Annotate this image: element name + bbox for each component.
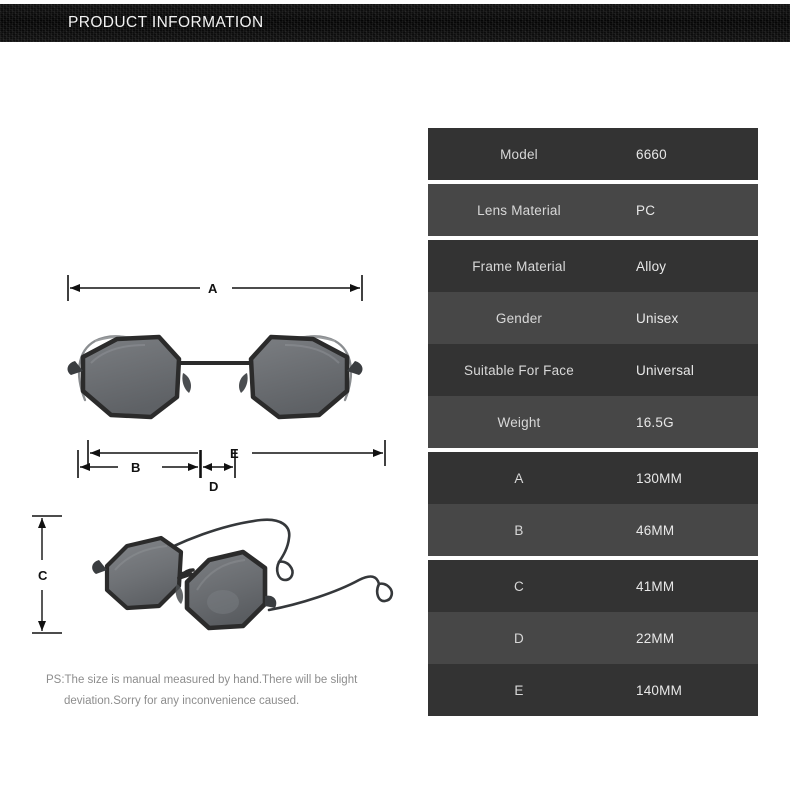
spec-label: Gender <box>495 310 543 326</box>
spec-label: Lens Material <box>477 202 561 218</box>
spec-value: PC <box>636 202 656 218</box>
table-row: Frame Material Alloy <box>428 240 758 292</box>
footnote: PS:The size is manual measured by hand.T… <box>46 670 386 712</box>
table-row: E 140MM <box>428 664 758 716</box>
dimension-label-a: A <box>208 281 218 296</box>
dimension-label-e: E <box>230 446 239 461</box>
page-title: PRODUCT INFORMATION <box>68 14 264 31</box>
footnote-line-2: deviation.Sorry for any inconvenience ca… <box>64 695 300 707</box>
table-row: C 41MM <box>428 560 758 612</box>
table-row: Model 6660 <box>428 128 758 180</box>
front-view-diagram: A B D <box>0 130 420 494</box>
footnote-line-1: PS:The size is manual measured by hand.T… <box>46 674 358 686</box>
table-row: A 130MM <box>428 452 758 504</box>
sunglasses-angled-image <box>92 518 394 631</box>
dimension-line-e <box>87 440 386 466</box>
spec-label: Weight <box>497 414 541 430</box>
table-row: D 22MM <box>428 612 758 664</box>
spec-label: A <box>514 470 524 486</box>
dimension-line-a <box>67 275 363 301</box>
dimension-label-c: C <box>38 568 48 583</box>
spec-label: Model <box>500 146 538 162</box>
spec-value: 6660 <box>636 146 667 162</box>
spec-value: 41MM <box>636 578 675 594</box>
spec-value: 46MM <box>636 522 675 538</box>
spec-label: Suitable For Face <box>464 362 574 378</box>
spec-value: Universal <box>636 362 695 378</box>
spec-value: 140MM <box>636 682 683 698</box>
table-row: Lens Material PC <box>428 184 758 236</box>
specification-table: Model 6660 Lens Material PC Frame Material Al… <box>428 128 758 716</box>
table-row: Gender Unisex <box>428 292 758 344</box>
header-banner: PRODUCT INFORMATION <box>0 4 790 42</box>
spec-value: 130MM <box>636 470 683 486</box>
spec-label: D <box>514 630 524 646</box>
sunglasses-front-image <box>67 334 363 420</box>
spec-value: 16.5G <box>636 414 674 430</box>
table-row: Weight 16.5G <box>428 396 758 448</box>
spec-value: Unisex <box>636 310 679 326</box>
spec-label: E <box>514 682 524 698</box>
spec-value: 22MM <box>636 630 675 646</box>
spec-value: Alloy <box>636 258 667 274</box>
spec-label: B <box>514 522 524 538</box>
spec-label: C <box>514 578 524 594</box>
angled-view-diagram: E C <box>0 430 420 650</box>
table-row: B 46MM <box>428 504 758 556</box>
table-row: Suitable For Face Universal <box>428 344 758 396</box>
spec-label: Frame Material <box>472 258 566 274</box>
